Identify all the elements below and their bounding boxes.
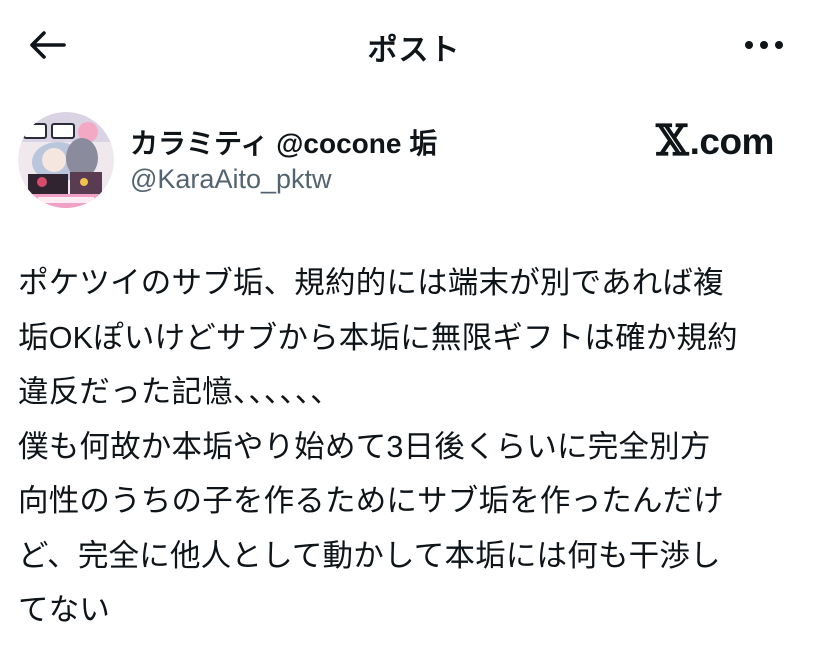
author-handle[interactable]: @KaraAito_pktw [130, 164, 332, 195]
post-line: 僕も何故か本垢やり始めて3日後くらいに完全別方 [18, 429, 711, 464]
author-display-name[interactable]: カラミティ @cocone 垢 [130, 122, 437, 162]
top-bar: ポスト [0, 0, 828, 90]
avatar[interactable] [18, 112, 114, 208]
post-line: 向性のうちの子を作るためにサブ垢を作ったんだけ [18, 484, 725, 518]
page-title: ポスト [367, 34, 461, 67]
post-line: 違反だった記憶、、、、、、 [18, 375, 341, 409]
x-com-watermark: 𝕏 .com [656, 120, 774, 162]
author-block: カラミティ @cocone 垢 @KaraAito_pktw 𝕏 .com [18, 112, 808, 212]
brand-domain-text: .com [689, 120, 775, 162]
more-options-button[interactable] [738, 22, 790, 68]
avatar-image [18, 112, 114, 208]
post-line: ど、完全に他人として動かして本垢には何も干渉し [18, 538, 721, 573]
post-text: ポケツイのサブ垢、規約的には端末が別であれば複 垢OKぽいけどサブから本垢に無限… [18, 256, 814, 638]
post-line: てない [18, 593, 111, 627]
more-horizontal-icon [745, 41, 783, 49]
post-line: 垢OKぽいけどサブから本垢に無限ギフトは確か規約 [18, 320, 738, 355]
x-logo-icon: 𝕏 [656, 116, 689, 165]
post-line: ポケツイのサブ垢、規約的には端末が別であれば複 [18, 266, 724, 300]
